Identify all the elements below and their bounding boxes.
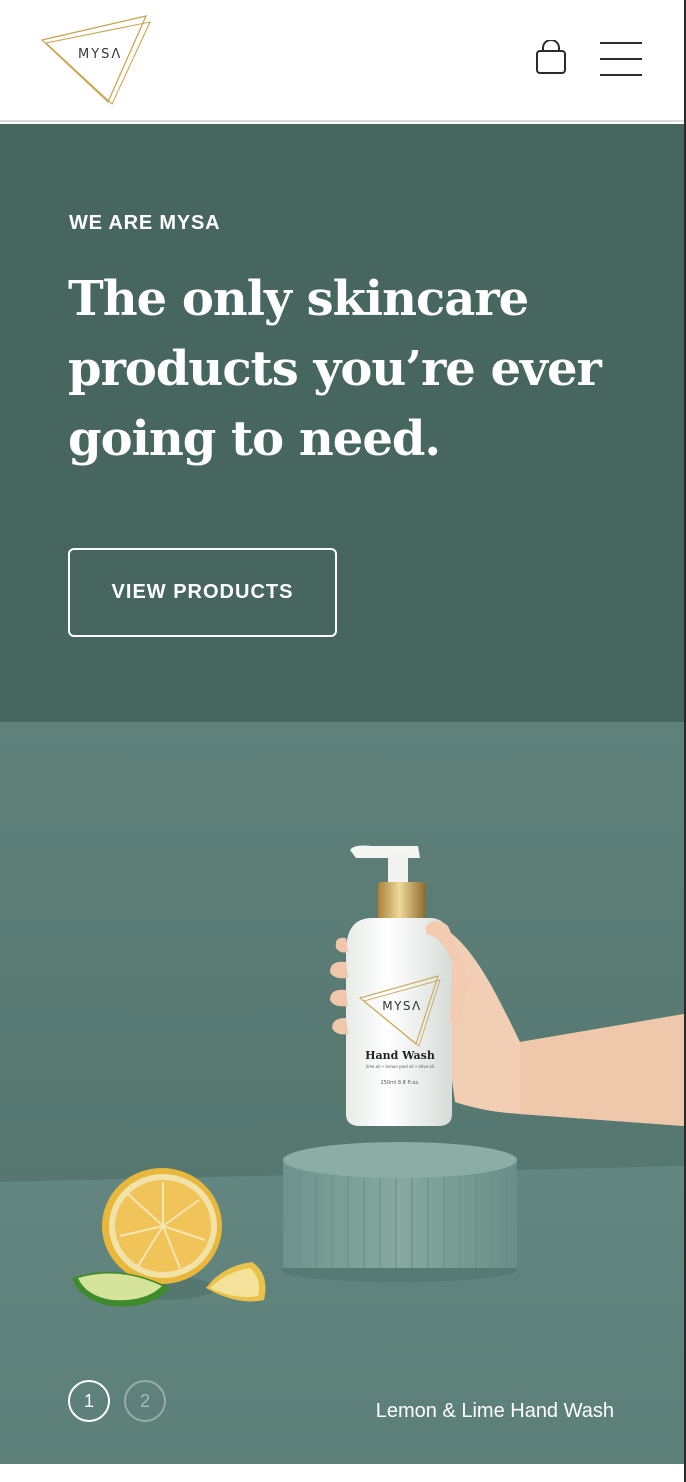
- hamburger-line: [600, 58, 642, 60]
- pager-dot-2[interactable]: 2: [124, 1380, 166, 1422]
- product-photo: MYSΛ Hand Wash lime oil • lemon peel oil…: [0, 722, 684, 1464]
- bottle-volume-text: 250ml 8.8 fl.oz.: [381, 1080, 420, 1086]
- slide-pager: 1 2: [68, 1380, 168, 1424]
- hamburger-line: [600, 74, 642, 76]
- site-header: MYSΛ: [0, 0, 684, 122]
- hero-section: WE ARE MYSA The only skincare products y…: [0, 124, 684, 722]
- hero-headline: The only skincare products you’re ever g…: [68, 271, 602, 467]
- bottle-brand-text: MYSΛ: [382, 999, 422, 1013]
- mysa-logo[interactable]: MYSΛ: [38, 12, 154, 106]
- hero-eyebrow: WE ARE MYSA: [69, 212, 221, 234]
- hamburger-menu-icon: [600, 42, 642, 44]
- cart-button[interactable]: [534, 39, 568, 78]
- logo-text: MYSΛ: [78, 47, 123, 62]
- page: MYSΛ WE ARE MYSA The only skincare produ…: [0, 0, 684, 1482]
- product-caption: Lemon & Lime Hand Wash: [375, 1400, 614, 1422]
- pager-dot-1[interactable]: 1: [68, 1380, 110, 1422]
- bottle-product-text: Hand Wash: [365, 1049, 435, 1062]
- shopping-bag-icon: [536, 39, 566, 74]
- product-showcase: MYSΛ Hand Wash lime oil • lemon peel oil…: [0, 722, 684, 1464]
- bottle-ingredients-text: lime oil • lemon peel oil • olive oil: [366, 1064, 434, 1069]
- menu-button[interactable]: [598, 40, 644, 78]
- page-bottom-strip: [0, 1464, 684, 1482]
- view-products-button[interactable]: VIEW PRODUCTS: [68, 548, 337, 637]
